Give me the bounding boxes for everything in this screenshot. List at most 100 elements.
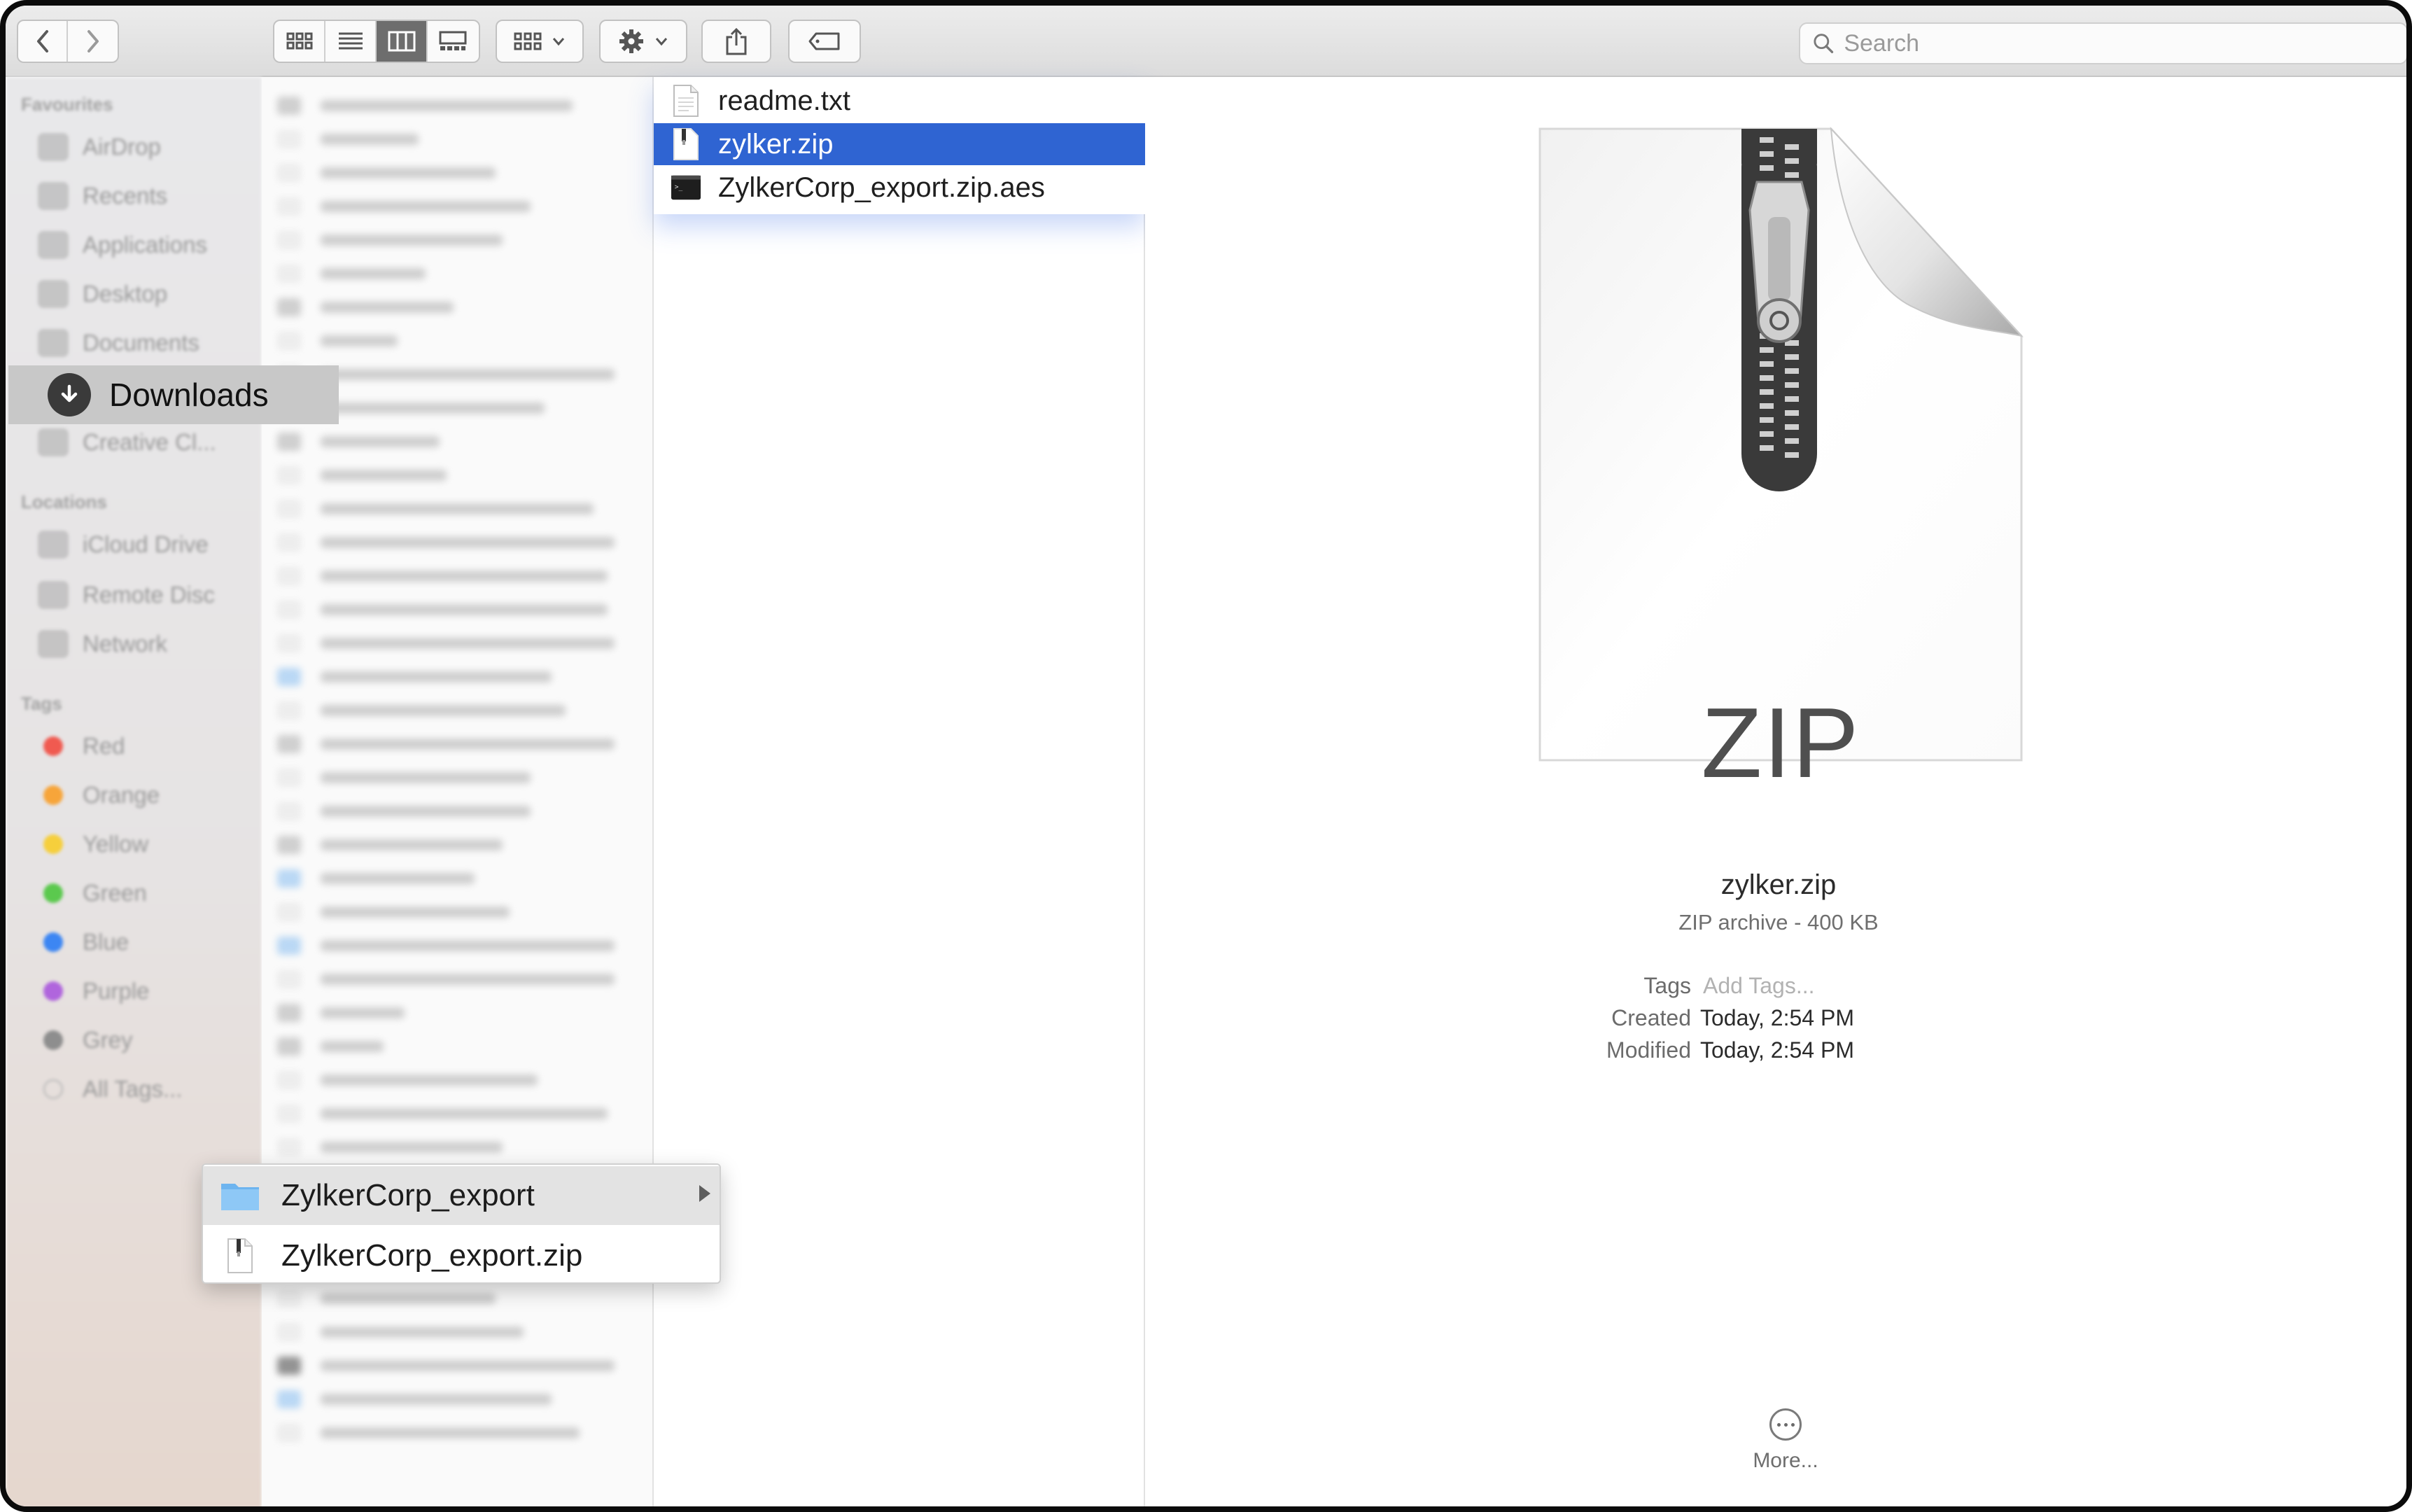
icon-view-button[interactable] — [274, 21, 325, 62]
sidebar-item-applications[interactable]: Applications — [38, 225, 207, 265]
file-name: zylker.zip — [718, 128, 834, 160]
sidebar-all-tags[interactable]: All Tags... — [38, 1070, 182, 1109]
preview-file-name: zylker.zip — [1720, 869, 1837, 900]
applications-icon — [38, 231, 69, 259]
group-by-button[interactable] — [496, 20, 584, 63]
sidebar-item-desktop[interactable]: Desktop — [38, 274, 167, 314]
sidebar-tag-yellow[interactable]: Yellow — [38, 825, 148, 864]
folder-icon — [220, 1179, 260, 1212]
tags-button-inner[interactable] — [790, 21, 860, 62]
sidebar-tag-green[interactable]: Green — [38, 874, 147, 913]
sidebar-tag-grey[interactable]: Grey — [38, 1021, 133, 1060]
ellipsis-icon — [1769, 1408, 1802, 1441]
tags-label: Tags — [1643, 973, 1691, 998]
list-item[interactable]: readme.txt — [654, 80, 1145, 122]
forward-button[interactable] — [68, 21, 118, 62]
list-item-selected[interactable]: zylker.zip — [654, 123, 1145, 165]
preview-pane: ZIP zylker.zip ZIP archive - 400 KB Tags… — [1145, 77, 2406, 1506]
column-view-button[interactable] — [377, 21, 428, 62]
more-label: More... — [1753, 1449, 1818, 1472]
zip-document-preview: ZIP — [1537, 126, 2024, 799]
gallery-view-icon — [439, 31, 467, 50]
chevron-left-icon — [36, 30, 48, 52]
submenu-arrow-icon — [699, 1185, 710, 1202]
tag-dot-icon — [43, 1030, 63, 1050]
created-row: Created Today, 2:54 PM — [1145, 1005, 2406, 1036]
popup-item-folder[interactable]: ZylkerCorp_export — [203, 1166, 720, 1225]
list-item[interactable]: >_ ZylkerCorp_export.zip.aes — [654, 167, 1145, 209]
tag-icon — [808, 32, 840, 50]
downloads-column — [262, 77, 654, 1506]
tag-dot-icon — [43, 883, 63, 903]
more-button[interactable]: More... — [1740, 1408, 1831, 1473]
navigation-buttons — [17, 20, 119, 63]
share-button-inner[interactable] — [703, 21, 770, 62]
sidebar-item-label: Recents — [83, 183, 168, 209]
tag-dot-icon — [43, 834, 63, 854]
archive-popup-menu: ZylkerCorp_export ZylkerCorp_export.zip — [202, 1163, 721, 1284]
tag-dot-icon — [43, 785, 63, 805]
sidebar-item-downloads[interactable]: Downloads — [8, 365, 339, 424]
grid-group-icon — [514, 32, 542, 50]
sidebar: Favourites AirDrop Recents Applications … — [6, 77, 262, 1506]
add-tags-field[interactable]: Add Tags... — [1703, 973, 1815, 999]
sidebar-item-label: Network — [83, 631, 168, 657]
zip-doc-label: ZIP — [1701, 687, 1860, 799]
locations-heading: Locations — [21, 491, 107, 512]
file-name: ZylkerCorp_export.zip.aes — [718, 172, 1045, 203]
gallery-view-button[interactable] — [428, 21, 479, 62]
action-dropdown[interactable] — [601, 21, 686, 62]
chevron-down-icon — [655, 38, 668, 46]
sidebar-item-airdrop[interactable]: AirDrop — [38, 127, 161, 167]
sidebar-item-label: Green — [83, 880, 147, 906]
search-icon — [1814, 34, 1834, 53]
creative-cloud-icon — [38, 428, 69, 456]
clock-icon — [38, 182, 69, 210]
action-button[interactable] — [599, 20, 687, 63]
sidebar-item-label: iCloud Drive — [83, 531, 209, 557]
sidebar-item-label: Blue — [83, 929, 129, 955]
popup-item-label: ZylkerCorp_export — [281, 1178, 535, 1212]
tag-dot-icon — [43, 1079, 63, 1099]
sidebar-item-label: Grey — [83, 1027, 133, 1053]
share-button[interactable] — [701, 20, 771, 63]
sidebar-item-documents[interactable]: Documents — [38, 323, 199, 363]
back-button[interactable] — [18, 21, 69, 62]
popup-item-zip[interactable]: ZylkerCorp_export.zip — [203, 1226, 720, 1285]
cloud-icon — [38, 531, 69, 559]
toolbar — [6, 6, 2406, 77]
search-input[interactable] — [1844, 29, 2406, 57]
sidebar-tag-blue[interactable]: Blue — [38, 923, 129, 962]
airdrop-icon — [38, 133, 69, 161]
tag-dot-icon — [43, 981, 63, 1001]
view-mode-segmented — [273, 20, 480, 63]
sidebar-item-recents[interactable]: Recents — [38, 176, 167, 216]
sidebar-item-remote-disc[interactable]: Remote Disc — [38, 575, 215, 615]
network-icon — [38, 630, 69, 658]
search-field[interactable] — [1799, 22, 2406, 64]
sidebar-item-label: Downloads — [109, 377, 269, 413]
popup-item-label: ZylkerCorp_export.zip — [281, 1238, 583, 1273]
svg-text:>_: >_ — [675, 183, 683, 191]
sidebar-item-label: Remote Disc — [83, 582, 215, 608]
sidebar-tag-red[interactable]: Red — [38, 727, 125, 766]
terminal-file-icon: >_ — [671, 171, 701, 204]
sidebar-item-network[interactable]: Network — [38, 624, 167, 664]
sidebar-item-icloud-drive[interactable]: iCloud Drive — [38, 525, 209, 564]
group-by-dropdown[interactable] — [497, 21, 582, 62]
chevron-down-icon — [552, 38, 565, 46]
icon-view-icon — [286, 32, 312, 50]
sidebar-item-label: Red — [83, 733, 125, 759]
sidebar-item-label: Applications — [83, 232, 207, 258]
sidebar-item-label: All Tags... — [83, 1076, 183, 1102]
favourites-heading: Favourites — [21, 94, 113, 115]
sidebar-item-label: Orange — [83, 782, 160, 808]
sidebar-tag-orange[interactable]: Orange — [38, 776, 160, 815]
document-icon — [38, 329, 69, 357]
list-view-button[interactable] — [325, 21, 377, 62]
sidebar-item-creative-cloud[interactable]: Creative Cl... — [38, 423, 216, 462]
folder-contents-column: readme.txt zylker.zip >_ ZylkerCorp_expo… — [654, 77, 1145, 1506]
sidebar-tag-purple[interactable]: Purple — [38, 972, 149, 1011]
tags-button[interactable] — [788, 20, 861, 63]
created-label: Created — [1611, 1005, 1691, 1030]
